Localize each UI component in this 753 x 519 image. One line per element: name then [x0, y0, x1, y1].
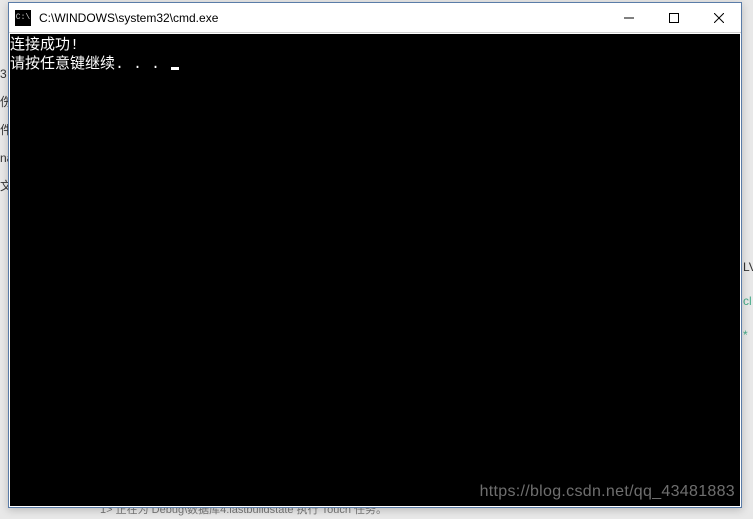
minimize-button[interactable]: [606, 3, 651, 32]
cmd-icon: C:\: [15, 10, 31, 26]
window-titlebar[interactable]: C:\ C:\WINDOWS\system32\cmd.exe: [9, 3, 741, 33]
cursor-icon: [171, 67, 179, 70]
close-icon: [714, 13, 724, 23]
close-button[interactable]: [696, 3, 741, 32]
cmd-icon-text: C:\: [16, 13, 30, 22]
console-line-2: 请按任意键继续. . .: [10, 55, 740, 74]
cmd-window: C:\ C:\WINDOWS\system32\cmd.exe 连接成功! 请按…: [8, 2, 742, 508]
minimize-icon: [624, 13, 634, 23]
window-title: C:\WINDOWS\system32\cmd.exe: [37, 11, 606, 25]
console-output[interactable]: 连接成功! 请按任意键继续. . .: [10, 34, 740, 506]
maximize-icon: [669, 13, 679, 23]
bg-right-text: LV cl *: [743, 260, 753, 362]
console-line-1: 连接成功!: [10, 36, 740, 55]
console-line-2-text: 请按任意键继续. . .: [10, 56, 169, 73]
maximize-button[interactable]: [651, 3, 696, 32]
window-controls: [606, 3, 741, 32]
